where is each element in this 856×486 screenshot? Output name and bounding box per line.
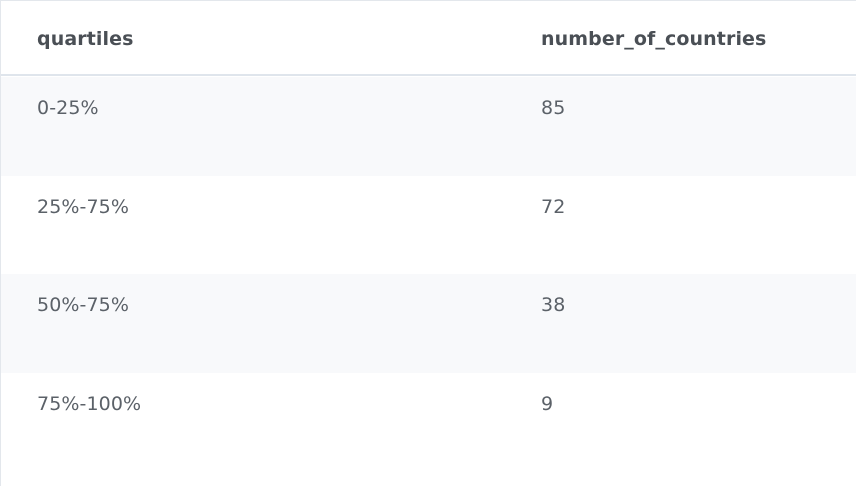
cell-number-of-countries: 85 (541, 97, 566, 119)
cell-number-of-countries: 38 (541, 294, 566, 316)
table-header: quartiles number_of_countries (1, 1, 856, 76)
cell-quartiles: 0-25% (37, 97, 99, 119)
results-table: quartiles number_of_countries 0-25% 85 2… (0, 0, 856, 486)
cell-quartiles: 50%-75% (37, 294, 130, 316)
cell-number-of-countries: 9 (541, 393, 554, 415)
cell-quartiles: 75%-100% (37, 393, 142, 415)
table-row: 25%-75% 72 (1, 176, 856, 274)
cell-number-of-countries: 72 (541, 196, 566, 218)
table-row: 50%-75% 38 (1, 274, 856, 373)
column-header-quartiles[interactable]: quartiles (37, 28, 134, 50)
column-header-number-of-countries[interactable]: number_of_countries (541, 28, 766, 50)
cell-quartiles: 25%-75% (37, 196, 130, 218)
table-row: 75%-100% 9 (1, 373, 856, 486)
table-row: 0-25% 85 (1, 77, 856, 176)
